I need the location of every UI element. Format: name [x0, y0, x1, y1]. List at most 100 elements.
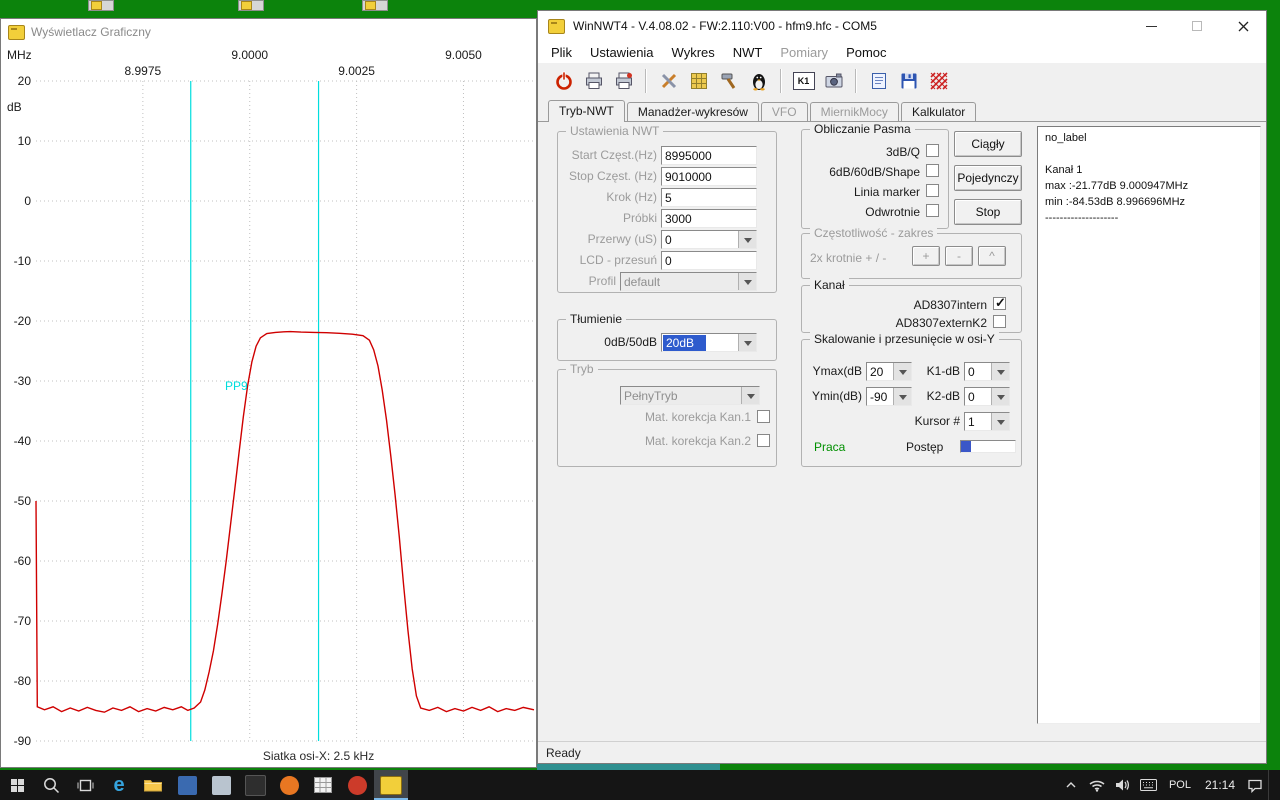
ad8307extern-checkbox[interactable]	[993, 315, 1006, 328]
svg-text:20: 20	[18, 74, 32, 88]
attenuation-label: 0dB/50dB	[558, 335, 657, 350]
combo-arrow-button[interactable]	[991, 413, 1009, 430]
ymin-combo[interactable]: -90	[866, 387, 912, 406]
plot-window-titlebar[interactable]: Wyświetlacz Graficzny	[1, 19, 536, 45]
k1-db-combo[interactable]: 0	[964, 362, 1010, 381]
volume-button[interactable]	[1110, 770, 1136, 800]
ad8307intern-checkbox[interactable]	[993, 297, 1006, 310]
freq-caret-button[interactable]: ^	[978, 246, 1006, 266]
taskbar-app-winnwt[interactable]	[374, 770, 408, 800]
close-plot-button[interactable]	[925, 68, 952, 95]
combo-arrow-button[interactable]	[741, 387, 759, 404]
ymax-combo[interactable]: 20	[866, 362, 912, 381]
marker-info-line	[1045, 148, 1253, 164]
taskbar-app-gray[interactable]	[204, 770, 238, 800]
start-button[interactable]	[0, 770, 34, 800]
network-button[interactable]	[1084, 770, 1110, 800]
touch-keyboard-button[interactable]	[1136, 770, 1162, 800]
screenshot-button[interactable]	[820, 68, 847, 95]
svg-text:9.0025: 9.0025	[338, 64, 375, 78]
k2-db-combo[interactable]: 0	[964, 387, 1010, 406]
ciagly-button[interactable]: Ciągły	[954, 131, 1022, 157]
tab-manadzer-wykresow[interactable]: Manadżer-wykresów	[627, 102, 759, 121]
spreadsheet-icon	[314, 777, 332, 793]
minimize-button[interactable]	[1128, 11, 1174, 41]
plot-canvas[interactable]: MHzdB20100-10-20-30-40-50-60-70-80-908.9…	[1, 45, 536, 767]
taskbar-app-dark[interactable]	[238, 770, 272, 800]
power-button[interactable]	[550, 68, 577, 95]
attenuation-combo[interactable]: 20dB	[661, 333, 757, 352]
start-freq-input[interactable]	[661, 146, 757, 165]
main-titlebar[interactable]: WinNWT4 - V.4.08.02 - FW:2.110:V00 - hfm…	[538, 11, 1266, 41]
profile-combo[interactable]: default	[620, 272, 757, 291]
menu-ustawienia[interactable]: Ustawienia	[581, 43, 663, 62]
freq-minus-button[interactable]: -	[945, 246, 973, 266]
menu-pomoc[interactable]: Pomoc	[837, 43, 895, 62]
tools-button[interactable]	[655, 68, 682, 95]
taskbar-app-firefox[interactable]	[272, 770, 306, 800]
language-indicator[interactable]: POL	[1162, 770, 1198, 800]
marker-line-checkbox[interactable]	[926, 184, 939, 197]
close-button[interactable]	[1220, 11, 1266, 41]
combo-arrow-button[interactable]	[738, 231, 756, 248]
delay-combo[interactable]: 0	[661, 230, 757, 249]
marker-info-panel[interactable]: no_label Kanał 1 max :-21.77dB 9.000947M…	[1037, 126, 1261, 724]
menu-wykres[interactable]: Wykres	[663, 43, 724, 62]
samples-input[interactable]	[661, 209, 757, 228]
combo-arrow-button[interactable]	[893, 363, 911, 380]
linux-button[interactable]	[745, 68, 772, 95]
print-button[interactable]	[580, 68, 607, 95]
maximize-button[interactable]	[1174, 11, 1220, 41]
pojedynczy-button[interactable]: Pojedynczy	[954, 165, 1022, 191]
background-window-fragment[interactable]	[88, 0, 114, 11]
step-input[interactable]	[661, 188, 757, 207]
mat-korekcja-kan2-checkbox[interactable]	[757, 434, 770, 447]
combo-arrow-button[interactable]	[893, 388, 911, 405]
search-button[interactable]	[34, 770, 68, 800]
clock[interactable]: 21:14	[1198, 770, 1242, 800]
taskbar-app-blue[interactable]	[170, 770, 204, 800]
background-window-fragment[interactable]	[362, 0, 388, 11]
combo-arrow-button[interactable]	[738, 334, 756, 351]
hidden-icons-button[interactable]	[1058, 770, 1084, 800]
task-view-button[interactable]	[68, 770, 102, 800]
winnwt-main-window: WinNWT4 - V.4.08.02 - FW:2.110:V00 - hfm…	[537, 10, 1267, 764]
notes-button[interactable]	[865, 68, 892, 95]
hammer-button[interactable]	[715, 68, 742, 95]
invert-checkbox[interactable]	[926, 204, 939, 217]
taskbar-app-spreadsheet[interactable]	[306, 770, 340, 800]
combo-arrow-button[interactable]	[738, 273, 756, 290]
show-desktop-button[interactable]	[1268, 770, 1274, 800]
menu-pomiary[interactable]: Pomiary	[771, 43, 837, 62]
save-button[interactable]	[895, 68, 922, 95]
cursor-number-combo[interactable]: 1	[964, 412, 1010, 431]
band-3db-checkbox[interactable]	[926, 144, 939, 157]
k1-channel-button[interactable]: K1	[790, 68, 817, 95]
taskbar-app-explorer[interactable]	[136, 770, 170, 800]
combo-arrow-button[interactable]	[991, 388, 1009, 405]
tab-vfo[interactable]: VFO	[761, 102, 808, 121]
progress-label: Postęp	[906, 440, 943, 455]
print-setup-button[interactable]	[610, 68, 637, 95]
menu-plik[interactable]: Plik	[542, 43, 581, 62]
save-icon	[899, 71, 919, 91]
taskbar-app-red[interactable]	[340, 770, 374, 800]
band-6db-checkbox[interactable]	[926, 164, 939, 177]
stop-freq-input[interactable]	[661, 167, 757, 186]
calculator-button[interactable]	[685, 68, 712, 95]
background-window-fragment[interactable]	[238, 0, 264, 11]
menu-nwt[interactable]: NWT	[724, 43, 772, 62]
lcd-shift-input[interactable]	[661, 251, 757, 270]
combo-arrow-button[interactable]	[991, 363, 1009, 380]
taskbar-app-edge[interactable]: e	[102, 770, 136, 800]
tab-tryb-nwt[interactable]: Tryb-NWT	[548, 100, 625, 122]
action-center-button[interactable]	[1242, 770, 1268, 800]
ymin-label: Ymin(dB)	[802, 389, 862, 404]
tab-kalkulator[interactable]: Kalkulator	[901, 102, 976, 121]
stop-button[interactable]: Stop	[954, 199, 1022, 225]
winnwt-app-icon	[8, 25, 25, 40]
freq-plus-button[interactable]: +	[912, 246, 940, 266]
mat-korekcja-kan1-checkbox[interactable]	[757, 410, 770, 423]
tab-miernik-mocy[interactable]: MiernikMocy	[810, 102, 899, 121]
mode-combo[interactable]: PełnyTryb	[620, 386, 760, 405]
